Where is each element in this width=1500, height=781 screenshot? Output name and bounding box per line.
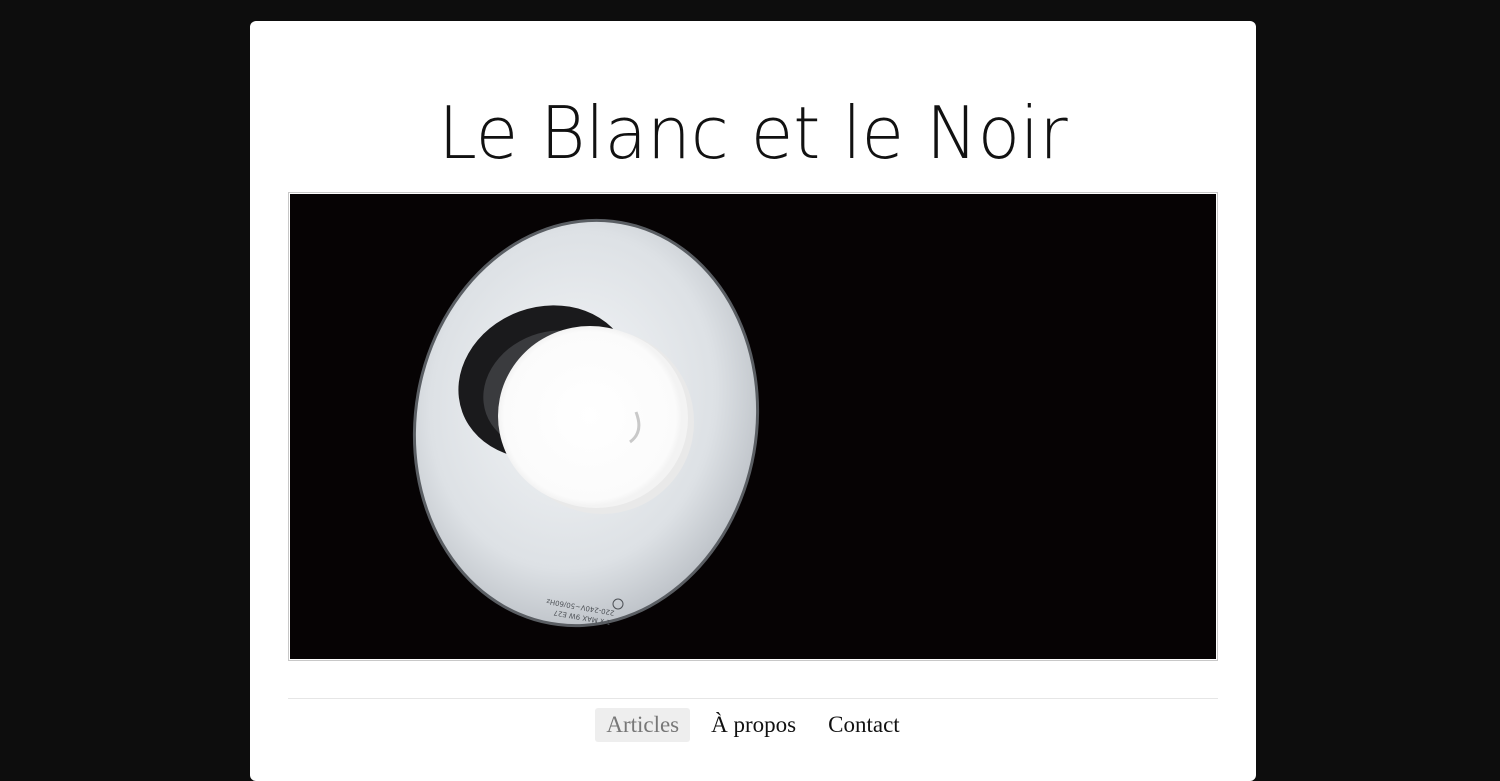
- nav-item-contact[interactable]: Contact: [817, 708, 911, 742]
- nav-item-about[interactable]: À propos: [700, 708, 807, 742]
- nav-item-articles[interactable]: Articles: [595, 708, 691, 742]
- bulb-front: [498, 326, 682, 506]
- light-bulb-illustration: 1 x MAX 9W E27 220-240V~50/60Hz: [412, 218, 760, 628]
- page-card: Le Blanc et le Noir 1 x MAX 9W E27 220-2…: [250, 21, 1256, 781]
- nav-divider: [288, 698, 1218, 699]
- banner-image: 1 x MAX 9W E27 220-240V~50/60Hz: [290, 194, 1216, 659]
- main-navigation: Articles À propos Contact: [250, 708, 1256, 742]
- site-title: Le Blanc et le Noir: [438, 91, 1068, 175]
- header-banner: 1 x MAX 9W E27 220-240V~50/60Hz: [288, 192, 1218, 661]
